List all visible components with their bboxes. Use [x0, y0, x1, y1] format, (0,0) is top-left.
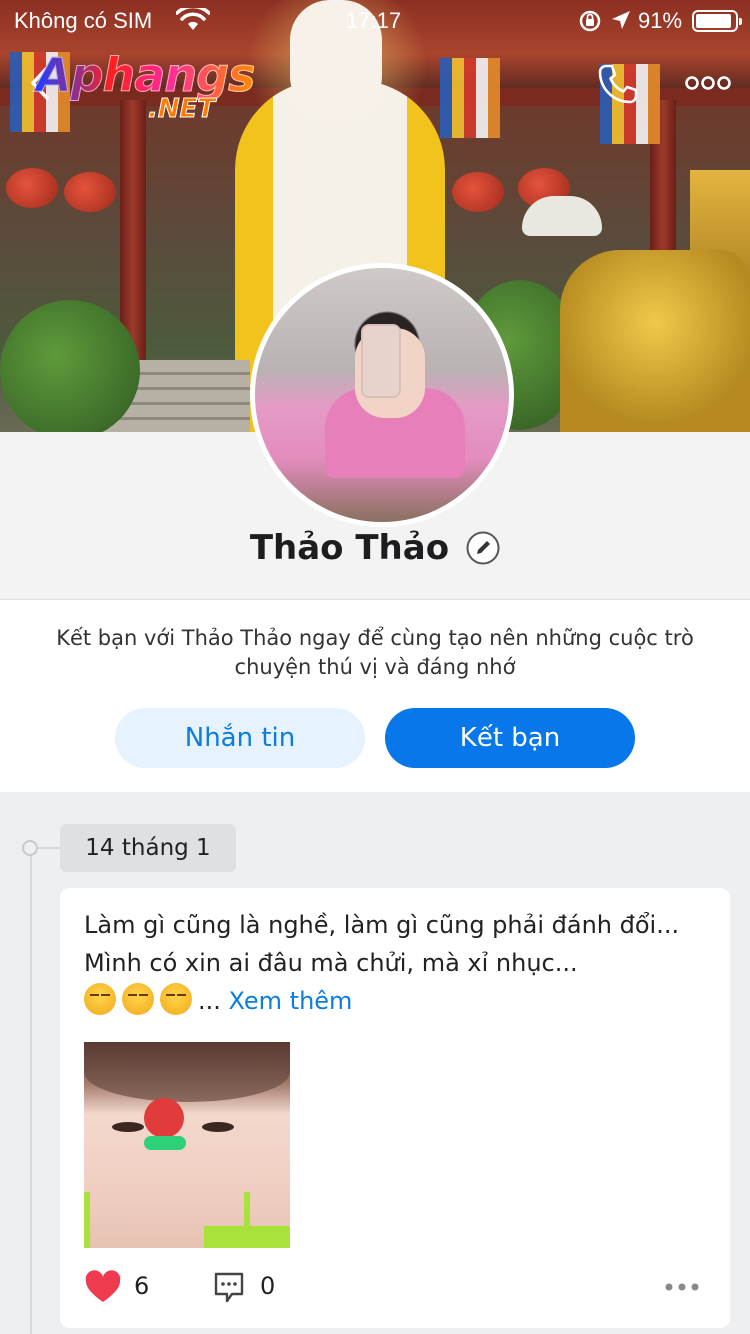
- photo-sticker: [144, 1098, 184, 1138]
- profile-name-row: Thảo Thảo: [0, 528, 750, 568]
- battery-fill: [696, 14, 731, 28]
- like-count: 6: [134, 1272, 150, 1300]
- emoji-row: [84, 983, 198, 1015]
- post-text: Làm gì cũng là nghề, làm gì cũng phải đá…: [84, 911, 680, 977]
- smirk-emoji-icon: [160, 983, 192, 1015]
- logo-main-text: Aphangs: [35, 48, 255, 103]
- post-ellipsis: ...: [198, 987, 221, 1015]
- comment-count: 0: [260, 1272, 276, 1300]
- logo-sub-text: .NET: [147, 94, 216, 125]
- see-more-link[interactable]: Xem thêm: [229, 987, 353, 1015]
- battery-icon: [692, 10, 742, 32]
- phone-icon[interactable]: [596, 62, 640, 106]
- watermark-logo: Aphangs .NET: [35, 48, 266, 128]
- wifi-icon: [176, 8, 210, 30]
- timeline-date: 14 tháng 1: [60, 824, 236, 872]
- avatar[interactable]: [250, 263, 514, 527]
- photo-hair: [84, 1042, 290, 1102]
- smirk-emoji-icon: [84, 983, 116, 1015]
- photo-eye: [112, 1122, 144, 1132]
- add-friend-button[interactable]: Kết bạn: [385, 708, 635, 768]
- friend-invite-text: Kết bạn với Thảo Thảo ngay để cùng tạo n…: [56, 626, 694, 679]
- status-bar: Không có SIM 17:17 91%: [0, 0, 750, 40]
- cover-lantern: [6, 168, 58, 208]
- photo-top: [204, 1226, 290, 1248]
- cover-dragon-statue: [560, 250, 750, 432]
- avatar-phone: [361, 324, 401, 398]
- timeline-dot: [22, 840, 38, 856]
- more-icon[interactable]: [684, 70, 732, 96]
- timeline-connector: [38, 847, 60, 849]
- location-arrow-icon: [612, 11, 630, 29]
- photo-eye: [202, 1122, 234, 1132]
- comment-icon[interactable]: [212, 1270, 246, 1304]
- edit-name-icon[interactable]: [466, 531, 500, 565]
- cover-lantern: [64, 172, 116, 212]
- cover-lamp: [522, 196, 602, 236]
- heart-icon[interactable]: [84, 1270, 122, 1304]
- friend-invite-panel: Kết bạn với Thảo Thảo ngay để cùng tạo n…: [0, 599, 750, 792]
- post-text-block: Làm gì cũng là nghề, làm gì cũng phải đá…: [84, 906, 714, 1020]
- timeline-post[interactable]: Làm gì cũng là nghề, làm gì cũng phải đá…: [60, 888, 730, 1328]
- photo-strap: [84, 1192, 90, 1248]
- photo-sticker-glasses: [144, 1136, 186, 1150]
- message-button[interactable]: Nhắn tin: [115, 708, 365, 768]
- post-actions: 6 0: [84, 1268, 714, 1308]
- profile-name: Thảo Thảo: [249, 528, 450, 568]
- cover-flag: [440, 58, 500, 138]
- battery-cap: [739, 18, 742, 25]
- cover-plant: [0, 300, 140, 432]
- post-more-icon[interactable]: [664, 1282, 700, 1292]
- battery-percent: 91%: [638, 8, 683, 33]
- rotation-lock-icon: [579, 10, 601, 32]
- post-photo[interactable]: [84, 1042, 290, 1248]
- smirk-emoji-icon: [122, 983, 154, 1015]
- cover-lantern: [452, 172, 504, 212]
- carrier-label: Không có SIM: [14, 8, 153, 33]
- timeline-line: [30, 848, 32, 1334]
- clock: 17:17: [346, 8, 402, 33]
